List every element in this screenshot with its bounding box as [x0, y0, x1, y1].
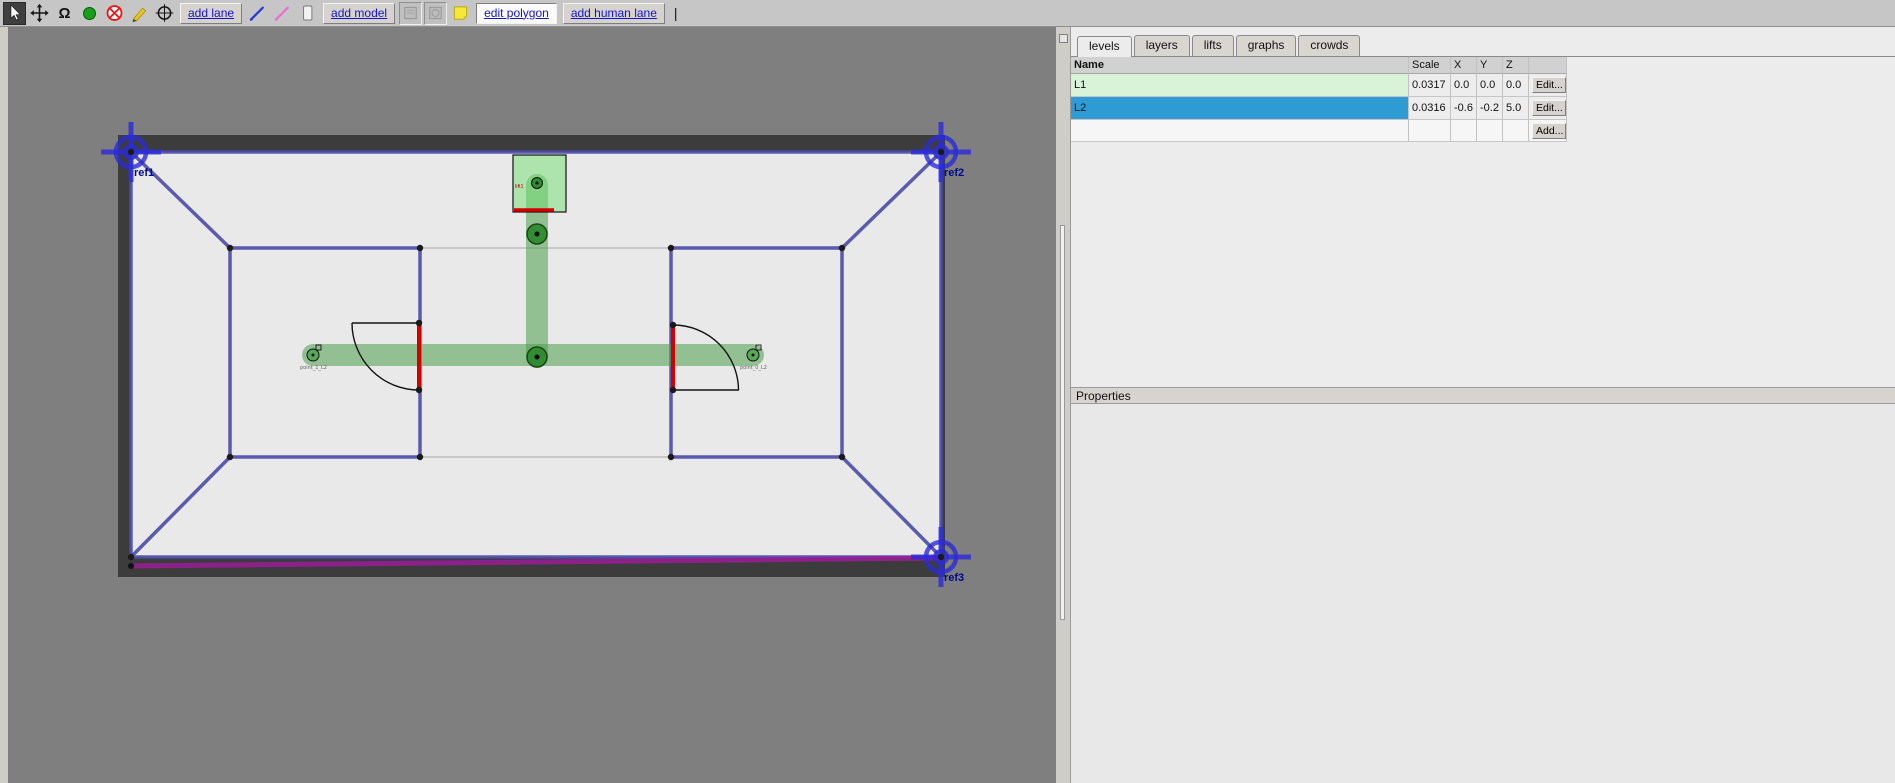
- traffic-editor-window: Ω add lane add model edit polygon add hu…: [0, 0, 1895, 783]
- no-entry-icon: [106, 5, 123, 21]
- add-human-lane-button[interactable]: add human lane: [562, 2, 665, 24]
- level-row-actions: Edit...: [1529, 97, 1567, 120]
- level-row-z[interactable]: 0.0: [1503, 74, 1529, 97]
- tab-levels[interactable]: levels: [1077, 36, 1132, 57]
- pink-pen-icon: [274, 6, 289, 21]
- add-lane-button[interactable]: add lane: [180, 2, 243, 24]
- add-vertex-tool-button[interactable]: [78, 2, 101, 25]
- level-row-actions: Edit...: [1529, 74, 1567, 97]
- column-header-x[interactable]: X: [1451, 57, 1477, 74]
- omega-icon: Ω: [58, 4, 71, 22]
- levels-table: Name Scale X Y Z L1 0.0317 0.0 0.0 0.0 E…: [1071, 57, 1895, 142]
- yellow-pencil-icon: [132, 7, 147, 23]
- measure-tool-button[interactable]: [128, 2, 151, 25]
- tab-layers[interactable]: layers: [1133, 35, 1190, 56]
- side-panel: levels layers lifts graphs crowds Name S…: [1070, 27, 1895, 783]
- edit-polygon-button[interactable]: edit polygon: [476, 2, 557, 24]
- add-level-button[interactable]: Add...: [1532, 122, 1566, 139]
- add-model-button[interactable]: add model: [323, 2, 396, 24]
- delete-tool-button[interactable]: [103, 2, 126, 25]
- note-tool-button[interactable]: [449, 2, 472, 25]
- vertex-label: point_0_L2: [740, 365, 767, 371]
- move-tool-button[interactable]: [28, 2, 51, 25]
- ref3-label: ref3: [944, 572, 964, 584]
- tab-crowds[interactable]: crowds: [1298, 35, 1361, 56]
- lift[interactable]: lift1: [512, 154, 567, 213]
- green-dot-icon: [83, 6, 96, 20]
- level-row-x[interactable]: 0.0: [1451, 74, 1477, 97]
- level-row-scale[interactable]: 0.0316: [1409, 97, 1451, 120]
- splitter-grip-icon[interactable]: [1058, 34, 1068, 43]
- disabled-page-icon: [404, 6, 417, 20]
- vertex-label: point_1_L2: [300, 365, 327, 371]
- text-cursor: |: [673, 5, 678, 21]
- empty-cell: [1477, 120, 1503, 142]
- tab-lifts[interactable]: lifts: [1191, 35, 1234, 56]
- column-header-name[interactable]: Name: [1071, 57, 1409, 74]
- lift-label: lift1: [515, 184, 524, 190]
- map-svg: point_1_L2 point_0_L2 lift1 ref1 ref2 re…: [101, 122, 971, 587]
- add-fiducial-tool-button[interactable]: [153, 2, 176, 25]
- level-row-z[interactable]: 5.0: [1503, 97, 1529, 120]
- properties-body: [1071, 404, 1895, 783]
- splitter-handle[interactable]: [1060, 225, 1065, 620]
- blank-page-icon: [303, 5, 313, 21]
- pointer-icon: [10, 4, 21, 21]
- add-cell: Add...: [1529, 120, 1567, 142]
- level-row-name[interactable]: L1: [1071, 74, 1409, 97]
- edit-level-button[interactable]: Edit...: [1532, 77, 1566, 93]
- ref1-label: ref1: [134, 167, 154, 179]
- disabled-tool-b-button[interactable]: [424, 1, 448, 25]
- column-header-y[interactable]: Y: [1477, 57, 1503, 74]
- ref2-label: ref2: [944, 167, 964, 179]
- edit-level-button[interactable]: Edit...: [1532, 100, 1566, 116]
- tab-bar: levels layers lifts graphs crowds: [1071, 27, 1895, 57]
- wall-pen-tool-button[interactable]: [246, 2, 269, 25]
- level-row-y[interactable]: -0.2: [1477, 97, 1503, 120]
- pointer-tool-button[interactable]: [3, 1, 26, 25]
- column-header-z[interactable]: Z: [1503, 57, 1529, 74]
- crosshair-icon: [155, 4, 174, 22]
- column-header-scale[interactable]: Scale: [1409, 57, 1451, 74]
- rotate-tool-button[interactable]: Ω: [53, 2, 76, 25]
- column-header-actions: [1529, 57, 1567, 74]
- measurement-pen-tool-button[interactable]: [271, 2, 294, 25]
- yellow-note-icon: [454, 6, 468, 20]
- empty-cell: [1503, 120, 1529, 142]
- disabled-tool-a-button[interactable]: [399, 1, 423, 25]
- floor-polygon-tool-button[interactable]: [296, 2, 319, 25]
- properties-header: Properties: [1071, 387, 1895, 404]
- splitter[interactable]: [1056, 27, 1070, 783]
- level-row-name[interactable]: L2: [1071, 97, 1409, 120]
- levels-table-viewport: Name Scale X Y Z L1 0.0317 0.0 0.0 0.0 E…: [1071, 57, 1895, 387]
- empty-cell: [1071, 120, 1409, 142]
- map-canvas[interactable]: point_1_L2 point_0_L2 lift1 ref1 ref2 re…: [0, 27, 1056, 783]
- disabled-rotate-icon: [429, 6, 442, 20]
- level-row-scale[interactable]: 0.0317: [1409, 74, 1451, 97]
- tab-graphs[interactable]: graphs: [1235, 35, 1297, 56]
- toolbar: Ω add lane add model edit polygon add hu…: [0, 0, 1895, 27]
- blue-pen-icon: [249, 6, 264, 21]
- level-row-y[interactable]: 0.0: [1477, 74, 1503, 97]
- empty-cell: [1451, 120, 1477, 142]
- main-area: point_1_L2 point_0_L2 lift1 ref1 ref2 re…: [0, 27, 1895, 783]
- move-icon: [30, 3, 49, 23]
- empty-cell: [1409, 120, 1451, 142]
- level-row-x[interactable]: -0.6: [1451, 97, 1477, 120]
